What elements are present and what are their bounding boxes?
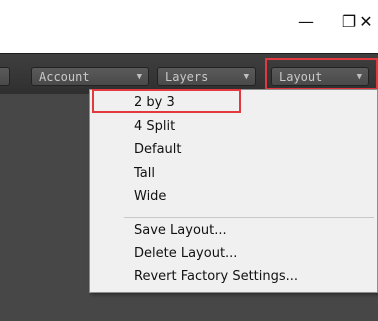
account-dropdown-label: Account: [39, 70, 90, 84]
close-button[interactable]: ✕: [354, 8, 378, 34]
menu-item-revert-factory-settings[interactable]: Revert Factory Settings...: [134, 268, 298, 285]
layers-dropdown[interactable]: Layers ▼: [157, 67, 256, 86]
menu-item-save-layout[interactable]: Save Layout...: [134, 222, 227, 239]
close-icon: ✕: [359, 11, 373, 31]
menu-separator: [124, 217, 374, 218]
minimize-button[interactable]: —: [283, 8, 329, 34]
window-titlebar: — ❐ ✕: [0, 0, 378, 53]
chevron-down-icon: ▼: [136, 72, 142, 82]
menu-item-default[interactable]: Default: [134, 141, 182, 158]
menu-item-4-split[interactable]: 4 Split: [134, 118, 175, 135]
layout-menu: 2 by 3 4 Split Default Tall Wide Save La…: [89, 89, 378, 293]
layers-dropdown-label: Layers: [165, 70, 209, 84]
toolbar-partial-button[interactable]: [0, 67, 10, 86]
account-dropdown[interactable]: Account ▼: [31, 67, 149, 86]
menu-item-highlight: [92, 89, 241, 113]
chevron-down-icon: ▼: [243, 72, 249, 82]
layout-dropdown-highlight: [265, 58, 378, 90]
menu-item-tall[interactable]: Tall: [134, 165, 155, 182]
minimize-icon: —: [298, 11, 314, 31]
menu-item-delete-layout[interactable]: Delete Layout...: [134, 245, 237, 262]
menu-item-wide[interactable]: Wide: [134, 188, 166, 205]
